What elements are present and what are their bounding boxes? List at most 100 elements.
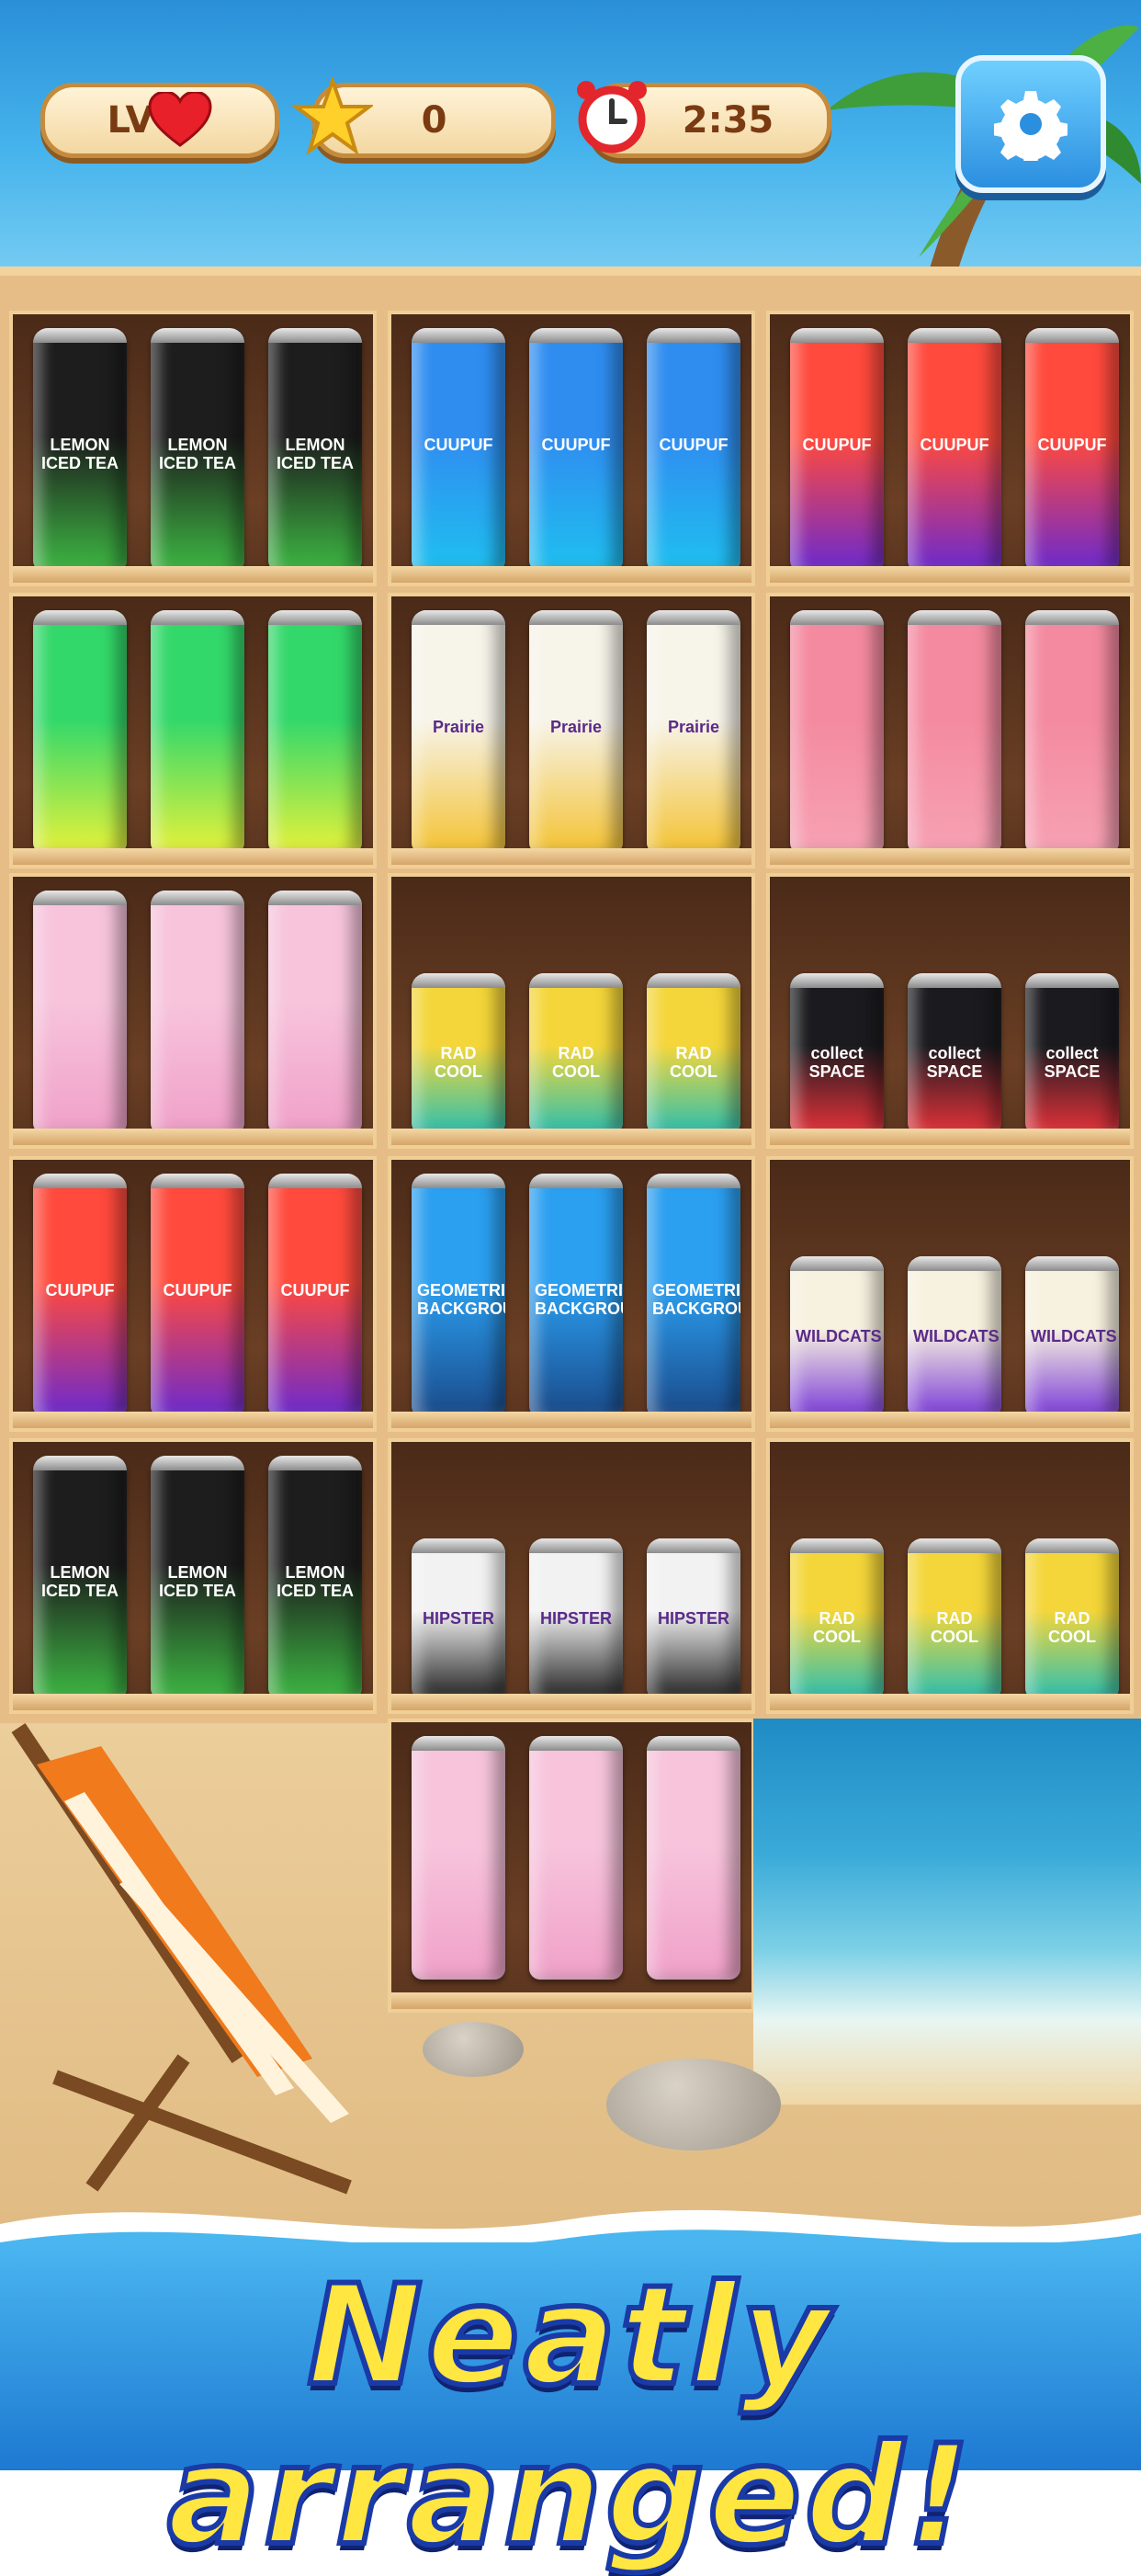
soda-can[interactable]: LEMON ICED TEA bbox=[268, 328, 362, 572]
can-label: RAD COOL bbox=[670, 1044, 717, 1081]
soda-can[interactable]: WILDCATS bbox=[790, 1256, 884, 1417]
alarm-clock-icon bbox=[577, 81, 647, 153]
shelf-slot[interactable]: GEOMETRIC BACKGROUND GEOMETRIC BACKGROUND… bbox=[388, 1156, 755, 1432]
soda-can[interactable]: LEMON ICED TEA bbox=[33, 1456, 127, 1699]
soda-can[interactable] bbox=[268, 610, 362, 854]
shelf-slot[interactable] bbox=[9, 593, 377, 868]
soda-can[interactable] bbox=[1025, 610, 1119, 854]
can-label: CUUPUF bbox=[1037, 435, 1107, 454]
can-label: Prairie bbox=[549, 717, 603, 736]
soda-can[interactable] bbox=[908, 610, 1001, 854]
can-label: CUUPUF bbox=[280, 1280, 350, 1299]
can-label: CUUPUF bbox=[802, 435, 872, 454]
soda-can[interactable]: GEOMETRIC BACKGROUND bbox=[412, 1174, 505, 1417]
timer-value: 2:35 bbox=[682, 99, 774, 142]
rock-decoration bbox=[606, 2059, 781, 2150]
can-label: Prairie bbox=[667, 717, 720, 736]
star-icon bbox=[292, 77, 373, 156]
soda-can[interactable]: HIPSTER bbox=[412, 1538, 505, 1699]
can-label: RAD COOL bbox=[931, 1609, 978, 1646]
can-label: CUUPUF bbox=[541, 435, 611, 454]
shelf-slot[interactable]: CUUPUF CUUPUF CUUPUF bbox=[388, 311, 755, 586]
soda-can[interactable]: CUUPUF bbox=[647, 328, 740, 572]
soda-can[interactable]: CUUPUF bbox=[151, 1174, 244, 1417]
soda-can[interactable] bbox=[790, 610, 884, 854]
shelf-slot[interactable]: WILDCATS WILDCATS WILDCATS bbox=[766, 1156, 1134, 1432]
soda-can[interactable]: CUUPUF bbox=[268, 1174, 362, 1417]
soda-can[interactable]: collect SPACE bbox=[1025, 973, 1119, 1134]
shelf-slot[interactable] bbox=[766, 593, 1134, 868]
soda-can[interactable]: RAD COOL bbox=[529, 973, 623, 1134]
can-label: CUUPUF bbox=[659, 435, 729, 454]
soda-can[interactable] bbox=[529, 1736, 623, 1980]
soda-can[interactable]: Prairie bbox=[647, 610, 740, 854]
soda-can[interactable]: HIPSTER bbox=[647, 1538, 740, 1699]
shelf-slot[interactable]: CUUPUF CUUPUF CUUPUF bbox=[766, 311, 1134, 586]
soda-can[interactable]: RAD COOL bbox=[790, 1538, 884, 1699]
shelf-slot[interactable]: CUUPUF CUUPUF CUUPUF bbox=[9, 1156, 377, 1432]
shelf-slot[interactable]: HIPSTER HIPSTER HIPSTER bbox=[388, 1438, 755, 1714]
soda-can[interactable]: WILDCATS bbox=[1025, 1256, 1119, 1417]
soda-can[interactable] bbox=[33, 891, 127, 1134]
shelf-slot[interactable]: RAD COOL RAD COOL RAD COOL bbox=[766, 1438, 1134, 1714]
soda-can[interactable]: GEOMETRIC BACKGROUND bbox=[529, 1174, 623, 1417]
shelf-slot[interactable]: Prairie Prairie Prairie bbox=[388, 593, 755, 868]
settings-button[interactable] bbox=[955, 55, 1106, 193]
can-label: HIPSTER bbox=[657, 1609, 729, 1628]
banner-title: Neatly arranged! bbox=[164, 2253, 975, 2576]
can-label: collect SPACE bbox=[808, 1044, 865, 1081]
shelf-slot[interactable]: collect SPACE collect SPACE collect SPACE bbox=[766, 873, 1134, 1149]
can-label: CUUPUF bbox=[163, 1280, 232, 1299]
soda-can[interactable]: CUUPUF bbox=[33, 1174, 127, 1417]
soda-can[interactable]: CUUPUF bbox=[790, 328, 884, 572]
shelf-slot[interactable]: LEMON ICED TEA LEMON ICED TEA LEMON ICED T… bbox=[9, 1438, 377, 1714]
shelf-slot[interactable] bbox=[388, 1719, 755, 2013]
soda-can[interactable] bbox=[412, 1736, 505, 1980]
soda-can[interactable] bbox=[151, 610, 244, 854]
soda-can[interactable]: LEMON ICED TEA bbox=[268, 1456, 362, 1699]
soda-can[interactable] bbox=[151, 891, 244, 1134]
soda-can[interactable]: CUUPUF bbox=[908, 328, 1001, 572]
can-label: LEMON ICED TEA bbox=[40, 1562, 119, 1600]
soda-can[interactable]: RAD COOL bbox=[647, 973, 740, 1134]
can-label: WILDCATS bbox=[1031, 1327, 1117, 1345]
beach-chair-decoration bbox=[11, 1723, 352, 2195]
soda-can[interactable]: RAD COOL bbox=[908, 1538, 1001, 1699]
soda-can[interactable]: collect SPACE bbox=[908, 973, 1001, 1134]
soda-can[interactable]: Prairie bbox=[412, 610, 505, 854]
shelf-slot[interactable]: LEMON ICED TEA LEMON ICED TEA LEMON ICED T… bbox=[9, 311, 377, 586]
soda-can[interactable]: GEOMETRIC BACKGROUND bbox=[647, 1174, 740, 1417]
can-label: HIPSTER bbox=[422, 1609, 494, 1628]
soda-can[interactable] bbox=[33, 610, 127, 854]
soda-can[interactable]: WILDCATS bbox=[908, 1256, 1001, 1417]
can-label: RAD COOL bbox=[552, 1044, 600, 1081]
soda-can[interactable]: LEMON ICED TEA bbox=[151, 328, 244, 572]
sea-decoration bbox=[753, 1719, 1141, 2105]
level-indicator: LV bbox=[40, 83, 279, 158]
soda-can[interactable]: CUUPUF bbox=[412, 328, 505, 572]
can-label: GEOMETRIC BACKGROUND bbox=[652, 1280, 740, 1318]
can-label: LEMON ICED TEA bbox=[158, 1562, 236, 1600]
soda-can[interactable]: CUUPUF bbox=[1025, 328, 1119, 572]
soda-can[interactable]: RAD COOL bbox=[412, 973, 505, 1134]
can-label: CUUPUF bbox=[45, 1280, 115, 1299]
can-label: LEMON ICED TEA bbox=[276, 1562, 354, 1600]
heart-icon bbox=[148, 92, 212, 147]
soda-can[interactable]: collect SPACE bbox=[790, 973, 884, 1134]
soda-can[interactable]: HIPSTER bbox=[529, 1538, 623, 1699]
soda-can[interactable] bbox=[647, 1736, 740, 1980]
shelf-slot[interactable] bbox=[9, 873, 377, 1149]
shelf-slot[interactable]: RAD COOL RAD COOL RAD COOL bbox=[388, 873, 755, 1149]
can-label: LEMON ICED TEA bbox=[276, 435, 354, 472]
can-label: HIPSTER bbox=[539, 1609, 612, 1628]
can-label: CUUPUF bbox=[424, 435, 493, 454]
soda-can[interactable] bbox=[268, 891, 362, 1134]
soda-can[interactable]: Prairie bbox=[529, 610, 623, 854]
can-label: collect SPACE bbox=[926, 1044, 983, 1081]
soda-can[interactable]: LEMON ICED TEA bbox=[33, 328, 127, 572]
can-label: Prairie bbox=[432, 717, 485, 736]
soda-can[interactable]: LEMON ICED TEA bbox=[151, 1456, 244, 1699]
level-label: LV bbox=[107, 99, 154, 142]
soda-can[interactable]: RAD COOL bbox=[1025, 1538, 1119, 1699]
soda-can[interactable]: CUUPUF bbox=[529, 328, 623, 572]
